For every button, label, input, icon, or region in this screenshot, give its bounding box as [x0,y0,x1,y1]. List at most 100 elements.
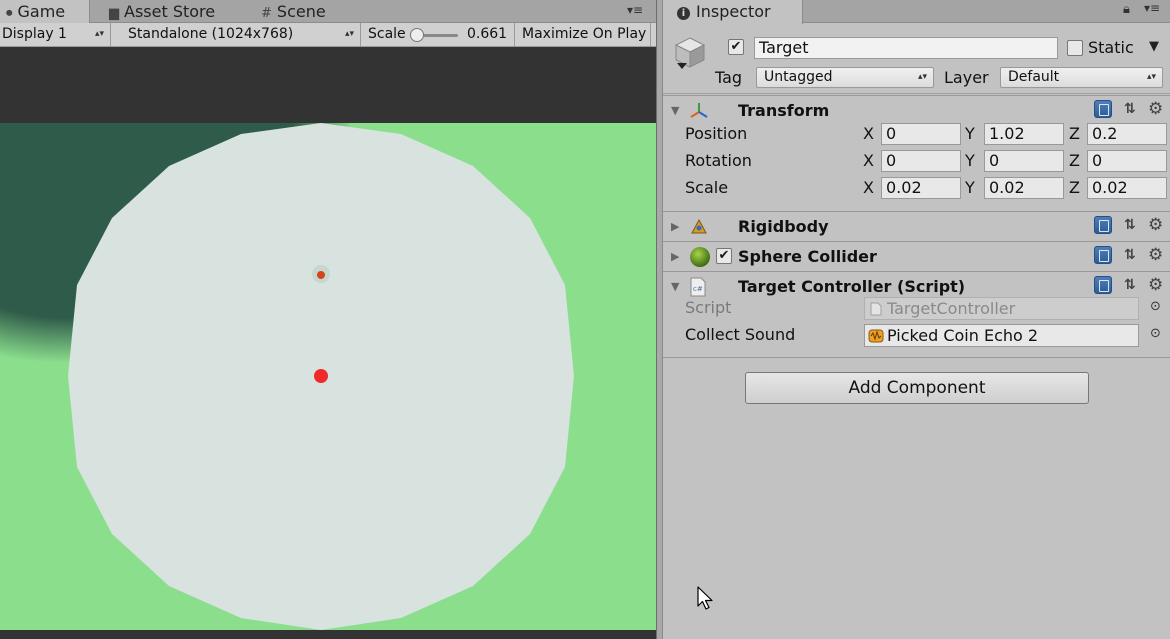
tab-asset-store[interactable]: ▆ Asset Store [103,0,249,23]
tab-game[interactable]: ⏺ Game [0,0,90,24]
position-label: Position [685,124,748,143]
resolution-dropdown[interactable]: Standalone (1024x768) ▴▾ [120,23,361,47]
preset-sliders-icon[interactable]: ⇅ [1124,217,1136,233]
tab-scene[interactable]: # Scene [255,0,345,23]
rotation-x-field[interactable]: 0 [881,150,961,172]
rotation-y-label[interactable]: Y [965,151,975,171]
mouse-cursor-icon [697,586,713,610]
scene-grid-icon: # [261,6,272,21]
position-y-label[interactable]: Y [965,124,975,144]
rigidbody-title: Rigidbody [738,217,829,236]
gear-icon[interactable]: ⚙ [1148,215,1163,235]
foldout-expanded-icon[interactable]: ▼ [671,280,679,293]
divider [663,357,1170,358]
tab-game-label: Game [17,2,66,21]
script-label: Script [685,298,732,317]
tab-asset-store-label: Asset Store [124,2,216,21]
scale-y-field[interactable]: 0.02 [984,177,1064,199]
foldout-collapsed-icon[interactable]: ▶ [671,250,679,263]
add-component-button[interactable]: Add Component [745,372,1089,404]
rotation-z-label[interactable]: Z [1069,151,1080,171]
game-tabbar: ⏺ Game ▆ Asset Store # Scene ▾≡ [0,0,658,24]
position-z-label[interactable]: Z [1069,124,1080,144]
audio-clip-icon [868,329,884,343]
object-picker-icon[interactable]: ⊙ [1150,299,1161,314]
rotation-label: Rotation [685,151,752,170]
rigidbody-header[interactable]: ▶ Rigidbody ⇅ ⚙ [663,211,1170,241]
position-z-field[interactable]: 0.2 [1087,123,1167,145]
preset-sliders-icon[interactable]: ⇅ [1124,247,1136,263]
cube-icon[interactable] [673,36,707,72]
csharp-script-icon [870,302,882,316]
updown-arrow-icon: ▴▾ [94,29,104,39]
position-y-field[interactable]: 1.02 [984,123,1064,145]
scale-slider[interactable] [410,28,458,42]
gear-icon[interactable]: ⚙ [1148,275,1163,295]
updown-arrow-icon: ▴▾ [1146,72,1156,82]
help-book-icon[interactable] [1094,276,1112,294]
game-ground [0,123,656,630]
foldout-collapsed-icon[interactable]: ▶ [671,220,679,233]
svg-text:c#: c# [693,285,703,293]
scale-z-label[interactable]: Z [1069,178,1080,198]
display-dropdown[interactable]: Display 1 ▴▾ [0,23,111,47]
layer-dropdown[interactable]: Default ▴▾ [1000,67,1163,88]
object-picker-icon[interactable]: ⊙ [1150,326,1161,341]
target-controller-header-buttons: ⇅ ⚙ [1094,275,1170,298]
asset-store-icon: ▆ [109,6,119,21]
gear-icon[interactable]: ⚙ [1148,245,1163,265]
scale-x-field[interactable]: 0.02 [881,177,961,199]
layer-dropdown-value: Default [1008,69,1060,85]
game-viewport[interactable] [0,47,656,639]
scale-x-label[interactable]: X [863,178,874,198]
game-toolbar: Display 1 ▴▾ Standalone (1024x768) ▴▾ Sc… [0,23,658,47]
preset-sliders-icon[interactable]: ⇅ [1124,277,1136,293]
sphere-collider-icon [690,247,710,267]
collect-sound-value: Picked Coin Echo 2 [887,326,1039,345]
position-x-label[interactable]: X [863,124,874,144]
script-field-value: TargetController [887,299,1016,318]
panel-menu-icon[interactable]: ▾≡ [627,0,643,23]
inspector-tabbar: i Inspector 🔒︎ ▾≡ [663,0,1170,24]
object-name-field[interactable]: Target [754,37,1058,59]
panel-splitter[interactable] [656,0,663,639]
panel-menu-icon[interactable]: ▾≡ [1144,1,1160,15]
tag-dropdown[interactable]: Untagged ▴▾ [756,67,934,88]
rotation-y-field[interactable]: 0 [984,150,1064,172]
rigidbody-header-buttons: ⇅ ⚙ [1094,215,1170,238]
sphere-collider-header[interactable]: ▶ ✔ Sphere Collider ⇅ ⚙ [663,241,1170,271]
collect-sound-field[interactable]: Picked Coin Echo 2 [864,324,1139,347]
transform-header[interactable]: ▼ Transform ⇅ ⚙ [663,95,1170,125]
script-field: TargetController [864,297,1139,320]
scale-z-field[interactable]: 0.02 [1087,177,1167,199]
rotation-x-label[interactable]: X [863,151,874,171]
position-x-field[interactable]: 0 [881,123,961,145]
scale-y-label[interactable]: Y [965,178,975,198]
info-icon: i [677,7,690,20]
help-book-icon[interactable] [1094,246,1112,264]
layer-label: Layer [944,68,989,87]
lock-icon[interactable]: 🔒︎ [1123,2,1130,17]
scale-slider-handle[interactable] [410,28,424,42]
tab-inspector[interactable]: i Inspector [663,0,803,24]
updown-arrow-icon: ▴▾ [917,72,927,82]
target-disc [68,123,574,630]
gear-icon[interactable]: ⚙ [1148,99,1163,119]
help-book-icon[interactable] [1094,100,1112,118]
preset-sliders-icon[interactable]: ⇅ [1124,101,1136,117]
scale-value: 0.661 [467,26,508,42]
static-dropdown-arrow-icon[interactable]: ▼ [1149,39,1159,54]
foldout-expanded-icon[interactable]: ▼ [671,104,679,117]
transform-header-buttons: ⇅ ⚙ [1094,99,1170,122]
rotation-z-field[interactable]: 0 [1087,150,1167,172]
help-book-icon[interactable] [1094,216,1112,234]
transform-icon [690,103,708,118]
rigidbody-icon [691,218,707,234]
sphere-collider-enabled-checkbox[interactable]: ✔ [716,248,732,264]
tag-dropdown-value: Untagged [764,69,833,85]
static-checkbox[interactable] [1067,40,1083,56]
collect-sound-label: Collect Sound [685,325,796,344]
maximize-on-play-toggle[interactable]: Maximize On Play [515,23,651,47]
active-checkbox[interactable]: ✔ [728,39,744,55]
csharp-script-icon: c# [690,277,706,297]
